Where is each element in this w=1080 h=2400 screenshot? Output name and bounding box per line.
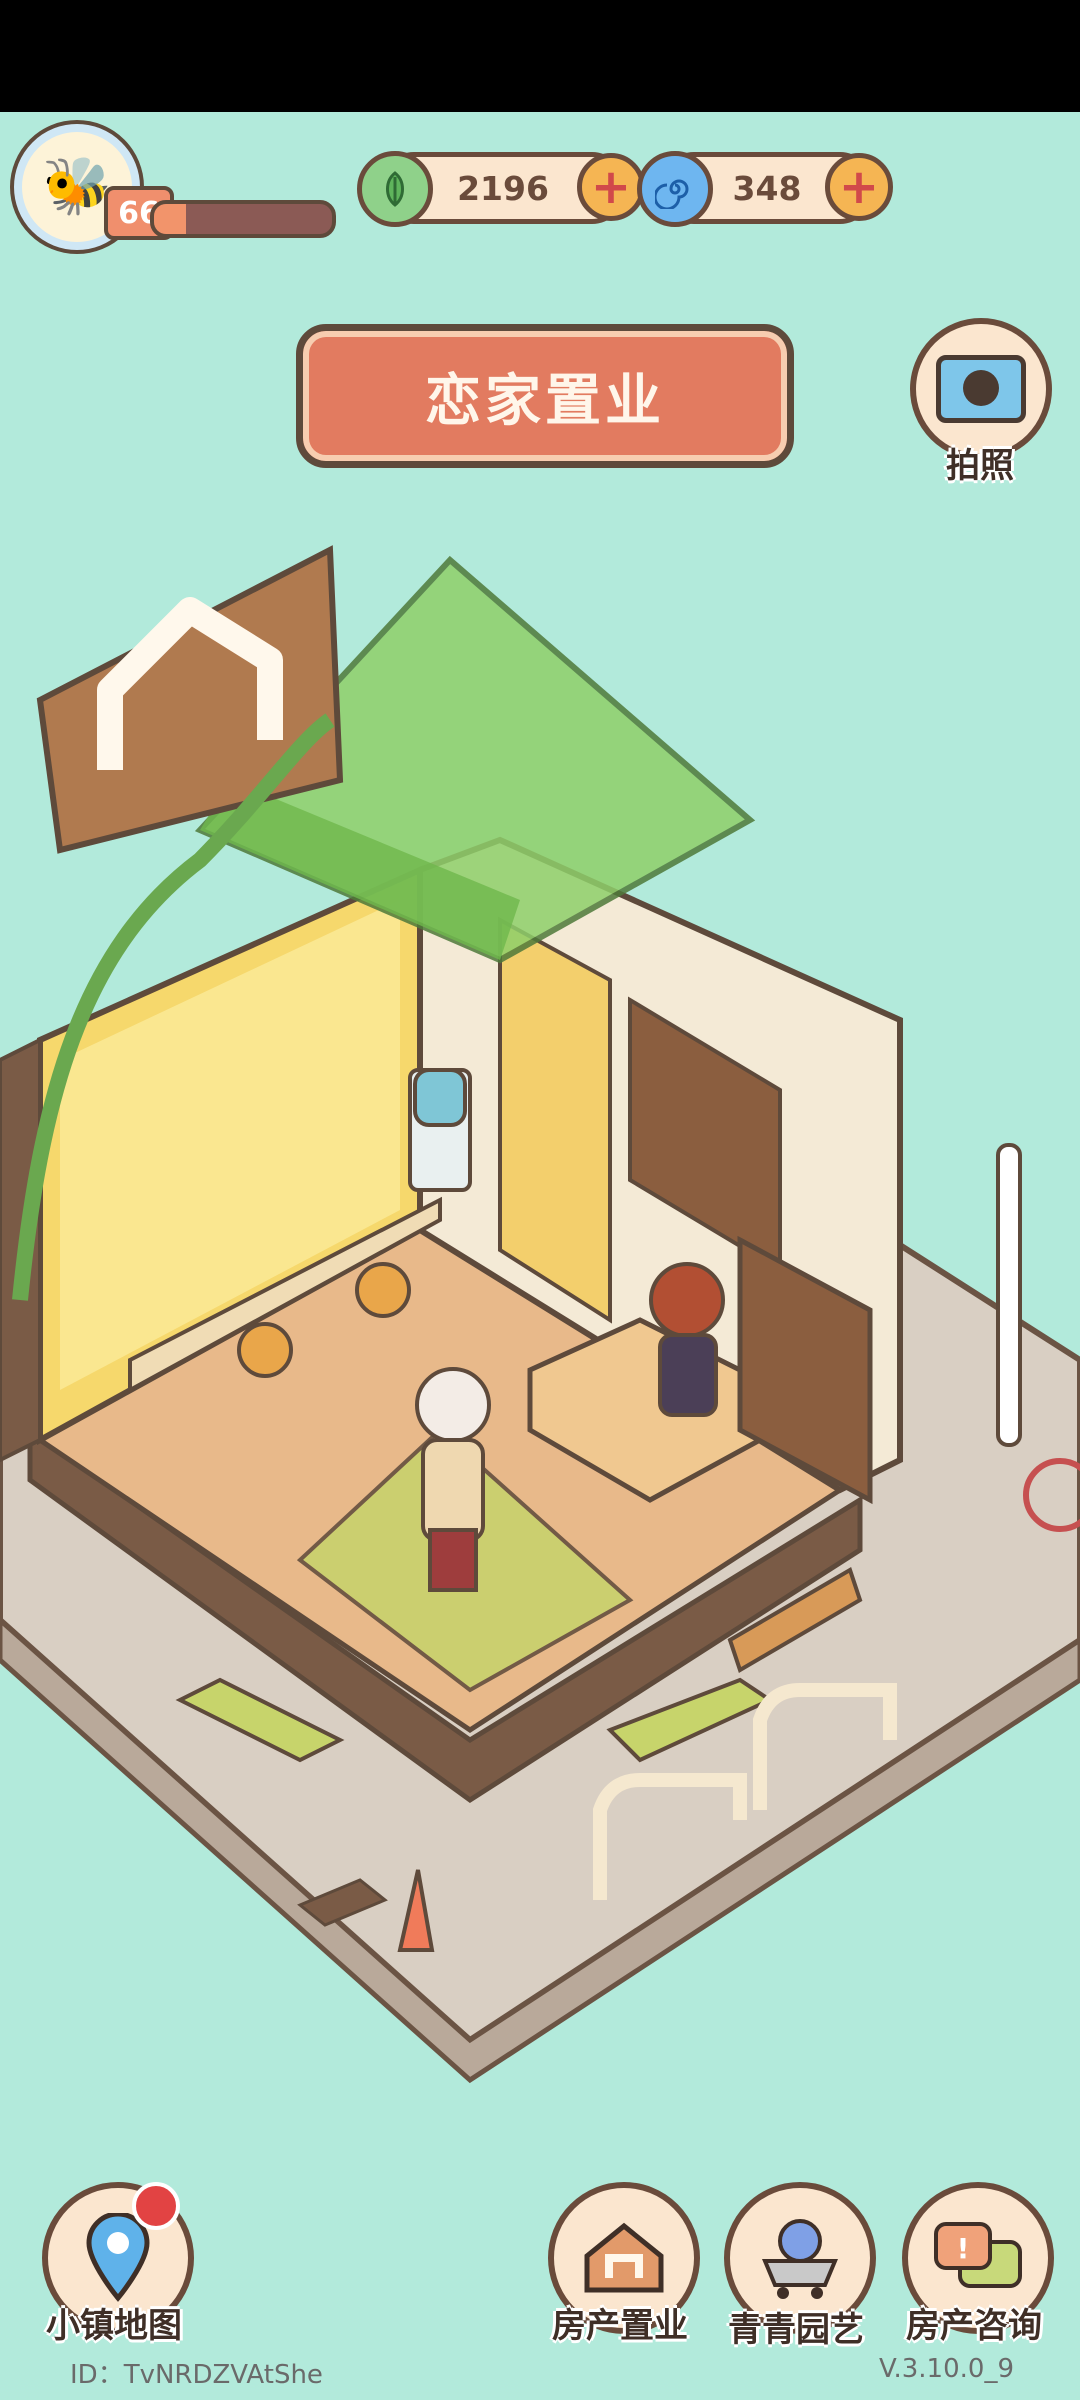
- chat-house-icon: !: [934, 2222, 1022, 2288]
- agent-character: [649, 1262, 725, 1417]
- add-leaf-button[interactable]: +: [577, 153, 645, 221]
- house-icon: [584, 2222, 664, 2293]
- user-id: ID：TvNRDZVAtShe: [70, 2360, 323, 2390]
- flower-cart-icon: [762, 2219, 838, 2299]
- consulting-label: 房产咨询: [906, 2306, 1042, 2346]
- svg-text:!: !: [957, 2232, 970, 2265]
- spiral-icon: [637, 151, 713, 227]
- bar-stool: [355, 1262, 411, 1318]
- notification-dot: [132, 2182, 180, 2230]
- bar-stool: [237, 1322, 293, 1378]
- shop-title-banner: 恋家置业: [296, 324, 794, 468]
- town-map-label: 小镇地图: [46, 2306, 182, 2346]
- lamp-post: [996, 1143, 1022, 1447]
- xp-bar-fill: [154, 204, 187, 234]
- add-gem-button[interactable]: +: [825, 153, 893, 221]
- leaf-currency: 2196 +: [357, 151, 645, 227]
- leaf-icon: [357, 151, 433, 227]
- gardening-label: 青青园艺: [728, 2310, 864, 2350]
- property-label: 房产置业: [552, 2306, 688, 2346]
- version: V.3.10.0_9: [879, 2354, 1014, 2384]
- camera-icon: [936, 355, 1026, 423]
- shop-title: 恋家置业: [425, 368, 665, 434]
- xp-bar: [150, 200, 336, 238]
- shop-door: [498, 916, 612, 1324]
- map-pin-icon: [86, 2213, 150, 2302]
- water-bottle: [413, 1068, 467, 1127]
- camera-label: 拍照: [946, 446, 1014, 486]
- bee-avatar-icon: 🐝: [42, 154, 112, 219]
- gem-currency: 348 +: [637, 151, 893, 227]
